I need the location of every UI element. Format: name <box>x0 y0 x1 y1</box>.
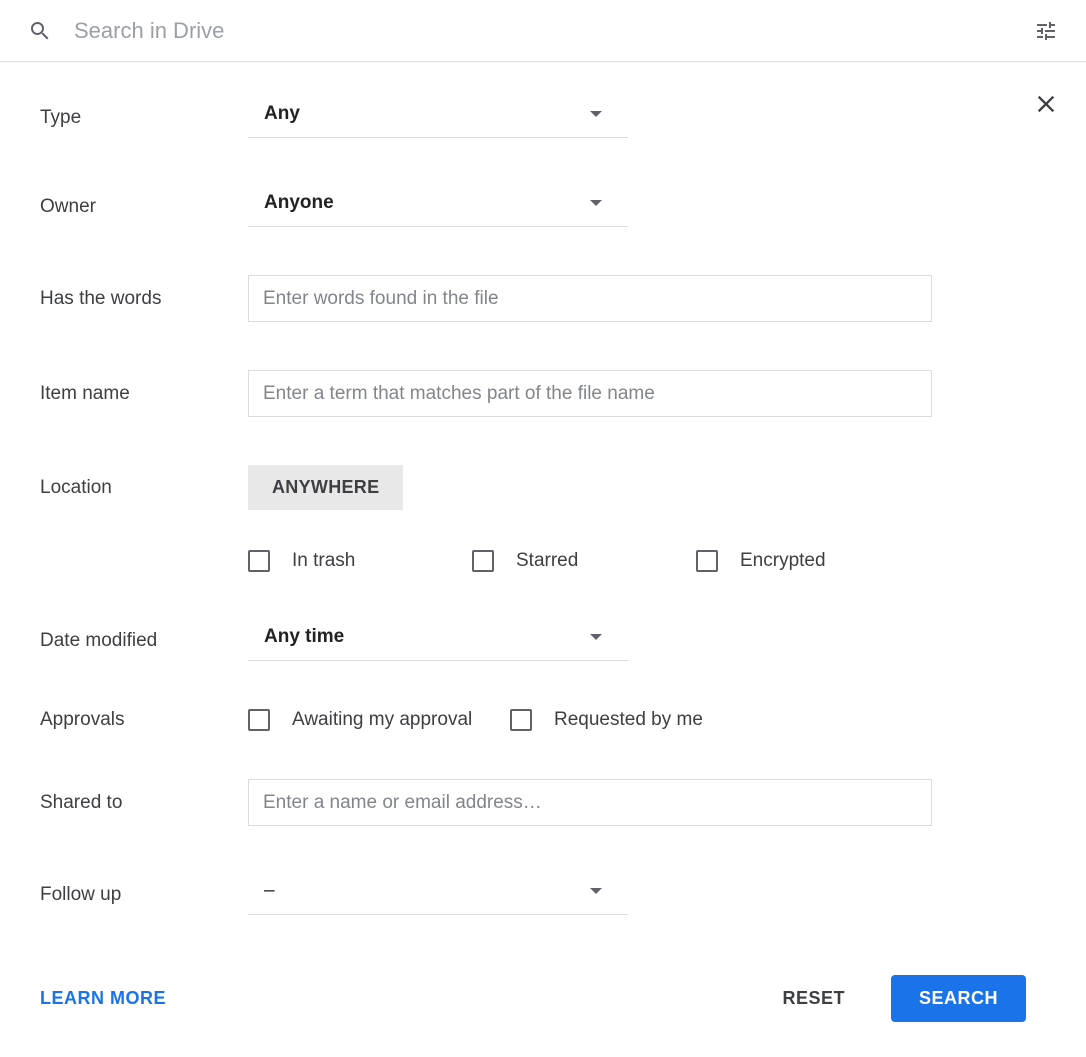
type-label: Type <box>40 107 248 129</box>
item-name-input[interactable] <box>248 370 932 417</box>
starred-label: Starred <box>516 550 578 572</box>
tune-icon[interactable] <box>1034 19 1058 43</box>
starred-checkbox[interactable]: Starred <box>472 550 696 572</box>
requested-by-me-label: Requested by me <box>554 709 703 731</box>
owner-label: Owner <box>40 196 248 218</box>
requested-by-me-checkbox[interactable]: Requested by me <box>510 709 703 731</box>
panel-footer: LEARN MORE RESET SEARCH <box>40 975 1046 1022</box>
checkbox-icon <box>248 550 270 572</box>
search-bar <box>0 0 1086 62</box>
encrypted-checkbox[interactable]: Encrypted <box>696 550 826 572</box>
date-modified-value: Any time <box>264 626 344 648</box>
checkbox-icon <box>248 709 270 731</box>
chevron-down-icon <box>590 888 602 894</box>
date-modified-dropdown[interactable]: Any time <box>248 620 628 661</box>
type-dropdown[interactable]: Any <box>248 97 628 138</box>
search-icon <box>28 19 52 43</box>
close-icon[interactable] <box>1032 90 1060 118</box>
location-chip[interactable]: ANYWHERE <box>248 465 403 510</box>
search-button[interactable]: SEARCH <box>891 975 1026 1022</box>
has-words-input[interactable] <box>248 275 932 322</box>
owner-dropdown[interactable]: Anyone <box>248 186 628 227</box>
in-trash-label: In trash <box>292 550 355 572</box>
reset-button[interactable]: RESET <box>764 978 863 1019</box>
has-words-label: Has the words <box>40 288 248 310</box>
encrypted-label: Encrypted <box>740 550 826 572</box>
chevron-down-icon <box>590 111 602 117</box>
follow-up-dropdown[interactable]: – <box>248 874 628 915</box>
checkbox-icon <box>472 550 494 572</box>
type-value: Any <box>264 103 300 125</box>
checkbox-icon <box>510 709 532 731</box>
chevron-down-icon <box>590 200 602 206</box>
shared-to-input[interactable] <box>248 779 932 826</box>
approvals-label: Approvals <box>40 709 248 731</box>
location-label: Location <box>40 477 248 499</box>
follow-up-value: – <box>264 880 275 902</box>
awaiting-approval-label: Awaiting my approval <box>292 709 472 731</box>
owner-value: Anyone <box>264 192 334 214</box>
shared-to-label: Shared to <box>40 792 248 814</box>
in-trash-checkbox[interactable]: In trash <box>248 550 472 572</box>
follow-up-label: Follow up <box>40 884 248 906</box>
advanced-search-panel: Type Any Owner Anyone Has the words Item… <box>0 62 1086 1057</box>
checkbox-icon <box>696 550 718 572</box>
awaiting-approval-checkbox[interactable]: Awaiting my approval <box>248 709 510 731</box>
date-modified-label: Date modified <box>40 630 248 652</box>
chevron-down-icon <box>590 634 602 640</box>
item-name-label: Item name <box>40 383 248 405</box>
learn-more-link[interactable]: LEARN MORE <box>40 988 166 1009</box>
search-input[interactable] <box>74 18 1034 44</box>
